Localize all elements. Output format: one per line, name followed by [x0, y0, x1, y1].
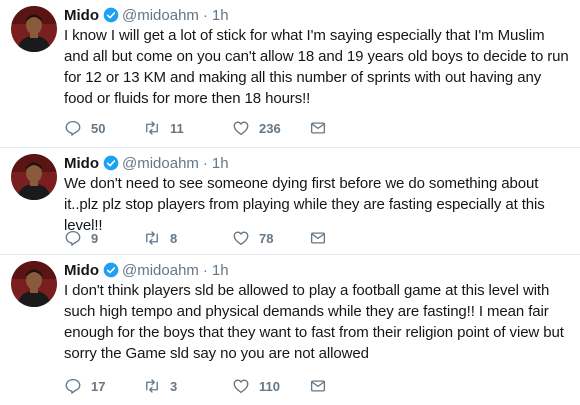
timestamp[interactable]: 1h — [212, 155, 229, 172]
avatar[interactable] — [11, 6, 57, 52]
tweet[interactable]: Mido @midoahm · 1h I don't think players sl… — [0, 255, 580, 405]
tweet-text: I don't think players sld be allowed to … — [64, 282, 564, 362]
reply-count: 9 — [91, 230, 99, 246]
retweet-count: 11 — [170, 120, 184, 136]
retweet-button[interactable]: 11 — [143, 119, 232, 137]
username[interactable]: @midoahm — [122, 262, 199, 279]
retweet-icon — [146, 121, 158, 135]
display-name[interactable]: Mido — [64, 262, 99, 279]
like-button[interactable]: 110 — [232, 377, 309, 395]
tweet[interactable]: Mido @midoahm · 1h We don't need to see som… — [0, 148, 580, 255]
display-name[interactable]: Mido — [64, 7, 99, 24]
reply-count: 50 — [91, 120, 106, 136]
tweet[interactable]: Mido @midoahm · 1h I know I will get a lot … — [0, 0, 580, 148]
tweet-text: I know I will get a lot of stick for wha… — [64, 27, 569, 107]
like-count: 110 — [259, 378, 280, 394]
envelope-icon — [310, 232, 326, 244]
retweet-icon — [146, 379, 158, 393]
heart-icon — [233, 121, 249, 136]
username[interactable]: @midoahm — [122, 155, 199, 172]
direct-message-button[interactable] — [309, 229, 327, 247]
avatar[interactable] — [11, 261, 57, 307]
avatar-image — [11, 261, 57, 307]
avatar-image — [11, 154, 57, 200]
like-count: 78 — [259, 230, 274, 246]
reply-count: 17 — [91, 378, 106, 394]
direct-message-button[interactable] — [309, 377, 327, 395]
retweet-count: 8 — [170, 230, 178, 246]
avatar[interactable] — [11, 154, 57, 200]
reply-button[interactable]: 50 — [64, 119, 143, 137]
envelope-icon — [310, 122, 326, 134]
verified-badge-icon — [103, 262, 119, 278]
reply-icon — [65, 230, 81, 246]
direct-message-button[interactable] — [309, 119, 327, 137]
tweet-text: We don't need to see someone dying first… — [64, 175, 545, 234]
like-button[interactable]: 78 — [232, 229, 309, 247]
verified-badge-icon — [103, 7, 119, 23]
reply-icon — [65, 120, 81, 136]
heart-icon — [233, 231, 249, 246]
separator: · — [202, 262, 208, 279]
avatar-image — [11, 6, 57, 52]
timestamp[interactable]: 1h — [212, 7, 229, 24]
separator: · — [202, 155, 208, 172]
like-count: 236 — [259, 120, 281, 136]
reply-button[interactable]: 17 — [64, 377, 143, 395]
reply-icon — [65, 378, 81, 394]
verified-badge-icon — [103, 155, 119, 171]
display-name[interactable]: Mido — [64, 155, 99, 172]
envelope-icon — [310, 380, 326, 392]
retweet-icon — [146, 231, 158, 245]
retweet-button[interactable]: 3 — [143, 377, 232, 395]
retweet-button[interactable]: 8 — [143, 229, 232, 247]
like-button[interactable]: 236 — [232, 119, 309, 137]
heart-icon — [233, 379, 249, 394]
retweet-count: 3 — [170, 378, 178, 394]
separator: · — [202, 7, 208, 24]
reply-button[interactable]: 9 — [64, 229, 143, 247]
timestamp[interactable]: 1h — [212, 262, 229, 279]
username[interactable]: @midoahm — [122, 7, 199, 24]
